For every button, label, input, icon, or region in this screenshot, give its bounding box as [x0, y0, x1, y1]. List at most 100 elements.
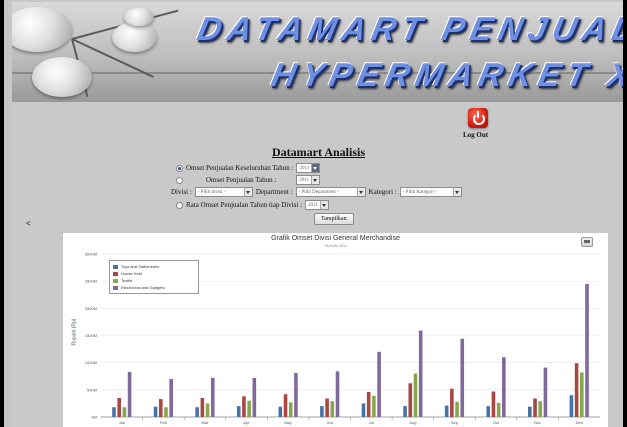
legend-swatch [113, 264, 118, 269]
x-tick-label: May [284, 420, 292, 425]
bar [335, 371, 340, 417]
banner-title-line2: HYPERMARKET XYZ [268, 56, 623, 93]
option3-label: Rata Omset Penjualan Tahun tiap Divisi : [186, 201, 303, 209]
tampilkan-button[interactable]: Tampilkan [314, 213, 354, 225]
option1-year-select[interactable]: 2011 [296, 163, 321, 173]
logout-link[interactable]: Log Out [463, 131, 488, 139]
bar [122, 407, 127, 417]
option2-label: Omset Penjualan Tahun : [206, 176, 277, 184]
bar [210, 377, 215, 417]
option1-row: Omset Penjualan Keseluruhan Tahun : 2011 [176, 163, 321, 173]
bar [413, 373, 418, 417]
legend-item[interactable]: Textile [113, 278, 132, 283]
back-arrow[interactable]: < [26, 219, 31, 228]
option2-year-select[interactable]: 2011 [296, 175, 321, 185]
bar [455, 401, 459, 417]
kategori-label: Kategori : [368, 188, 397, 196]
chart-subtitle: TAHUN 2011 [323, 243, 348, 248]
x-tick-label: Aug [409, 420, 416, 425]
bar [242, 396, 246, 417]
chevron-down-icon [356, 188, 365, 196]
legend-label: Textile [121, 278, 133, 283]
bar [486, 406, 491, 417]
bar [444, 405, 449, 417]
bar [538, 401, 543, 417]
option1-year-value: 2011 [299, 165, 310, 171]
option3-row: Rata Omset Penjualan Tahun tiap Divisi :… [176, 200, 329, 210]
banner-title-line1: DATAMART PENJUALAN [194, 10, 623, 47]
page-title: Datamart Analisis [272, 145, 365, 159]
bar [169, 378, 173, 417]
chart-ylabel: Rupiah (Rp) [71, 318, 78, 346]
bar [247, 400, 251, 417]
legend-item[interactable]: Toys and Stationeries [113, 264, 159, 269]
bar [205, 403, 210, 417]
bar [377, 351, 381, 417]
bar [325, 398, 329, 417]
x-tick-label: Oct [493, 420, 500, 425]
bar [330, 401, 335, 417]
kategori-select[interactable]: - Pilih Kategori - [399, 187, 462, 197]
bar [543, 367, 548, 417]
legend-item[interactable]: Electronics and Gadgets [113, 285, 165, 290]
chevron-down-icon [452, 188, 461, 196]
bar [418, 330, 423, 417]
banner-disc [112, 22, 157, 52]
bar [528, 406, 532, 417]
bar [366, 392, 371, 417]
bar [320, 406, 324, 417]
legend-swatch [113, 271, 118, 276]
bar [127, 371, 132, 417]
bar [117, 397, 121, 417]
divisi-value: - Pilih divisi - [197, 189, 226, 195]
y-tick-label: 1500M [85, 333, 97, 338]
bar [580, 372, 584, 417]
bar [112, 407, 116, 417]
legend-label: Toys and Stationeries [121, 264, 160, 269]
legend-swatch [113, 278, 118, 283]
bar [236, 406, 241, 417]
bar [361, 403, 366, 417]
x-tick-label: Jan [119, 420, 125, 425]
department-select[interactable]: - Pilih Department - [295, 187, 366, 197]
bar [288, 402, 293, 417]
bar [450, 388, 454, 417]
banner-disc [32, 57, 92, 97]
bar [294, 372, 298, 417]
x-tick-label: Mar [202, 420, 210, 425]
x-tick-label: Sep [451, 420, 459, 425]
option3-radio[interactable] [176, 201, 183, 209]
header-banner: DATAMART PENJUALAN HYPERMARKET XYZ [12, 2, 623, 102]
x-tick-label: Apr [243, 420, 250, 425]
bar [153, 406, 158, 417]
bar [491, 391, 496, 417]
omset-chart: 0M 500M 1000M 1500M 2000M 2500M 3000M Jan Feb Mar… [63, 233, 608, 427]
power-icon[interactable] [468, 108, 488, 128]
filter-row: Divisi : - Pilih divisi - Department : -… [171, 187, 462, 197]
bar [200, 397, 205, 417]
y-tick-label: 3000M [85, 252, 97, 257]
y-tick-label: 2500M [85, 279, 97, 284]
x-tick-label: Feb [160, 420, 168, 425]
print-icon[interactable] [581, 237, 593, 247]
option3-year-select[interactable]: 2011 [305, 200, 329, 210]
y-tick-label: 2000M [85, 306, 97, 311]
window-frame: DATAMART PENJUALAN HYPERMARKET XYZ Log O… [4, 0, 623, 427]
divisi-select[interactable]: - Pilih divisi - [194, 187, 253, 197]
legend-item[interactable]: House Hold [113, 271, 142, 276]
option2-radio[interactable] [176, 176, 183, 184]
main-content: Log Out Datamart Analisis Omset Penjuala… [12, 102, 623, 427]
bar [158, 399, 163, 417]
bar [574, 363, 579, 417]
chevron-down-icon [243, 188, 252, 196]
option2-row: Omset Penjualan Tahun : 2011 [176, 175, 321, 185]
department-value: - Pilih Department - [298, 189, 339, 195]
x-tick-label: Jul [369, 420, 374, 425]
department-label: Department : [255, 188, 293, 196]
legend-swatch [113, 285, 118, 290]
chevron-down-icon [311, 164, 320, 172]
banner-disc [12, 7, 72, 52]
bar [496, 402, 501, 417]
option1-radio[interactable] [176, 164, 183, 172]
x-tick-label: Nov [534, 420, 541, 425]
